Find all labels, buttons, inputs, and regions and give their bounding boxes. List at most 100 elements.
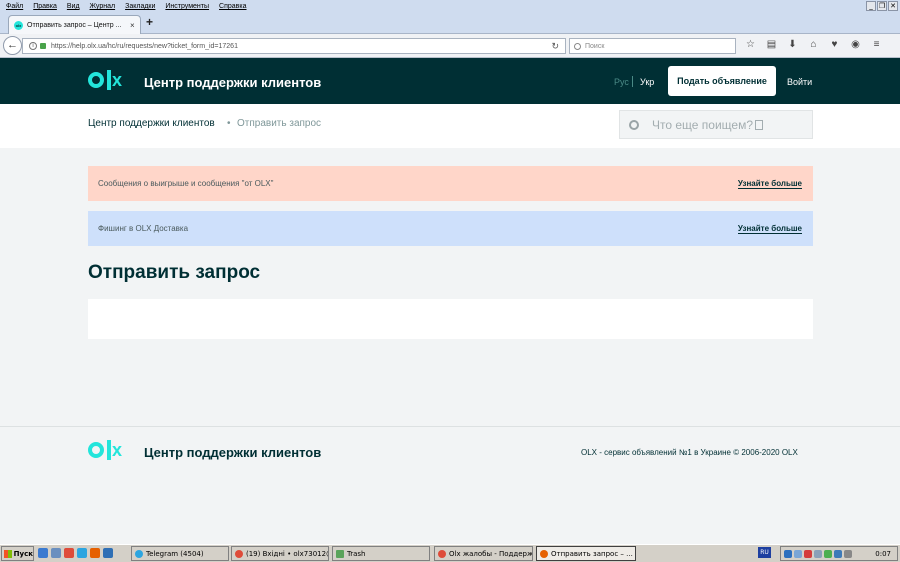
app-icon[interactable] [103, 548, 113, 558]
notice-text: Сообщения о выигрыше и сообщения "от OLX… [98, 179, 274, 188]
breadcrumb-bar: Центр поддержки клиентов • Отправить зап… [0, 104, 900, 148]
browser-search-input[interactable]: Поиск [569, 38, 736, 54]
home-icon[interactable]: ⌂ [808, 39, 819, 50]
lang-ua-link[interactable]: Укр [640, 77, 654, 87]
menu-file[interactable]: Файл [6, 3, 23, 10]
telegram-icon[interactable] [77, 548, 87, 558]
info-icon[interactable]: i [29, 42, 37, 50]
pocket-icon[interactable]: ♥ [829, 39, 840, 50]
windows-logo-icon [4, 549, 12, 558]
post-ad-button[interactable]: Подать объявление [668, 66, 776, 96]
input-cursor-icon [755, 119, 763, 130]
menu-help[interactable]: Справка [219, 3, 246, 10]
task-gmail[interactable]: (19) Вхідні • olx73012@... [231, 546, 329, 561]
menu-bookmarks[interactable]: Закладки [125, 3, 155, 10]
telegram-icon [135, 549, 143, 558]
learn-more-link[interactable]: Узнайте больше [737, 224, 802, 234]
language-indicator[interactable]: RU [758, 547, 771, 558]
chrome-icon[interactable] [64, 548, 74, 558]
sync-icon[interactable]: ◉ [850, 39, 861, 50]
menu-history[interactable]: Журнал [90, 3, 116, 10]
start-label: Пуск [13, 549, 33, 558]
browser-search-placeholder: Поиск [585, 42, 605, 50]
tray-app-icon[interactable] [814, 549, 822, 558]
tray-app-icon[interactable] [824, 549, 832, 558]
page-title: Отправить запрос [88, 262, 261, 283]
new-tab-icon[interactable]: + [146, 15, 153, 29]
olx-favicon-icon: olx [14, 20, 23, 30]
task-label: Отправить запрос – ... [551, 549, 633, 558]
breadcrumb-current: Отправить запрос [237, 118, 322, 129]
system-tray: 0:07 [780, 546, 898, 561]
task-firefox-active[interactable]: Отправить запрос – ... [536, 546, 636, 561]
notice-winnings: Сообщения о выигрыше и сообщения "от OLX… [88, 166, 813, 201]
windows-taskbar: Пуск Telegram (4504) (19) Вхідні • olx73… [0, 544, 900, 562]
chrome-icon [235, 549, 243, 558]
search-icon [629, 119, 639, 130]
task-telegram[interactable]: Telegram (4504) [131, 546, 229, 561]
window-controls: _ ❐ ✕ [866, 1, 898, 11]
learn-more-link[interactable]: Узнайте больше [737, 179, 802, 189]
url-text: https://help.olx.ua/hc/ru/requests/new?t… [51, 42, 238, 50]
bookmarks-list-icon[interactable]: ▤ [766, 39, 777, 50]
notice-phishing: Фишинг в OLX Доставка Узнайте больше [88, 211, 813, 246]
tray-network-icon[interactable] [794, 549, 802, 558]
tab-bar: olx Отправить запрос – Центр ... × [0, 13, 900, 34]
explorer-icon[interactable] [51, 548, 61, 558]
help-search-input[interactable]: Что еще поищем? [619, 110, 813, 139]
task-olx-complaints[interactable]: Olx жалобы - Поддерж... [434, 546, 533, 561]
reload-icon[interactable]: ↻ [551, 41, 559, 52]
breadcrumb-home[interactable]: Центр поддержки клиентов [88, 118, 215, 129]
task-label: Olx жалобы - Поддерж... [449, 549, 533, 558]
tray-app-icon[interactable] [834, 549, 842, 558]
menu-edit[interactable]: Правка [33, 3, 57, 10]
url-bar[interactable]: i https://help.olx.ua/hc/ru/requests/new… [22, 38, 566, 54]
task-label: (19) Вхідні • olx73012@... [246, 549, 328, 558]
trash-icon [336, 549, 344, 558]
help-search-placeholder: Что еще поищем? [652, 117, 753, 132]
task-trash[interactable]: Trash [332, 546, 430, 561]
tab-close-icon[interactable]: × [130, 21, 140, 30]
ie-icon[interactable] [38, 548, 48, 558]
footer-copyright: OLX - сервис объявлений №1 в Украине © 2… [581, 448, 798, 457]
clock[interactable]: 0:07 [875, 550, 891, 558]
lock-icon [40, 43, 46, 49]
toolbar-icons: ☆ ▤ ⬇ ⌂ ♥ ◉ ≡ [745, 39, 882, 50]
menu-tools[interactable]: Инструменты [165, 3, 209, 10]
breadcrumb-separator: • [227, 118, 231, 129]
browser-menubar: Файл Правка Вид Журнал Закладки Инструме… [0, 0, 900, 13]
footer-olx-logo[interactable]: x [88, 440, 122, 460]
task-label: Telegram (4504) [146, 549, 204, 558]
task-label: Trash [347, 549, 366, 558]
tray-volume-icon[interactable] [844, 549, 852, 558]
site-header: x Центр поддержки клиентов Рус Укр Подат… [0, 58, 900, 104]
tab-active[interactable]: olx Отправить запрос – Центр ... × [8, 15, 141, 34]
download-icon[interactable]: ⬇ [787, 39, 798, 50]
lang-separator [632, 76, 633, 87]
close-icon[interactable]: ✕ [888, 1, 898, 11]
chrome-icon [438, 549, 446, 558]
tab-title: Отправить запрос – Центр ... [27, 21, 122, 29]
tray-bluetooth-icon[interactable] [784, 549, 792, 558]
login-link[interactable]: Войти [787, 77, 812, 87]
quick-launch [38, 548, 113, 558]
bookmark-star-icon[interactable]: ☆ [745, 39, 756, 50]
request-form-container [88, 299, 813, 339]
footer-divider [0, 426, 900, 427]
restore-icon[interactable]: ❐ [877, 1, 887, 11]
start-button[interactable]: Пуск [1, 546, 34, 561]
footer-title[interactable]: Центр поддержки клиентов [144, 445, 321, 460]
lang-ru-link[interactable]: Рус [614, 77, 629, 87]
firefox-icon[interactable] [90, 548, 100, 558]
navigation-bar: ← i https://help.olx.ua/hc/ru/requests/n… [0, 34, 900, 58]
firefox-icon [540, 549, 548, 558]
olx-logo[interactable]: x [88, 70, 122, 90]
menu-view[interactable]: Вид [67, 3, 80, 10]
minimize-icon[interactable]: _ [866, 1, 876, 11]
back-arrow-icon[interactable]: ← [3, 36, 22, 55]
site-title[interactable]: Центр поддержки клиентов [144, 75, 321, 90]
search-icon [574, 42, 581, 50]
tray-app-icon[interactable] [804, 549, 812, 558]
hamburger-menu-icon[interactable]: ≡ [871, 39, 882, 50]
notice-text: Фишинг в OLX Доставка [98, 224, 189, 233]
